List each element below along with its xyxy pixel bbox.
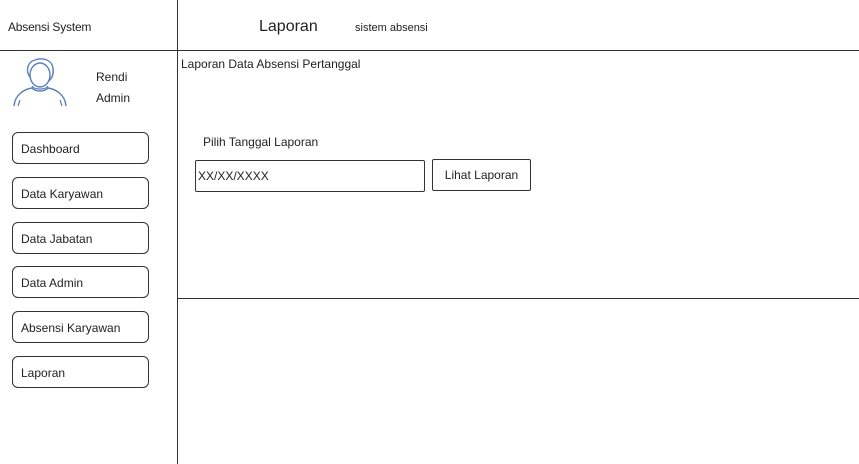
sidebar-item-label: Data Admin <box>21 276 84 290</box>
date-field-label: Pilih Tanggal Laporan <box>203 135 319 149</box>
sidebar-item-data-jabatan[interactable]: Data Jabatan <box>12 222 149 254</box>
sidebar-item-label: Data Karyawan <box>21 187 104 201</box>
sidebar-item-label: Dashboard <box>21 142 80 156</box>
content-divider <box>177 298 859 299</box>
user-avatar-icon <box>12 56 70 107</box>
sidebar-item-data-karyawan[interactable]: Data Karyawan <box>12 177 149 209</box>
view-report-button[interactable]: Lihat Laporan <box>432 159 531 191</box>
sidebar-item-laporan[interactable]: Laporan <box>12 356 149 388</box>
sidebar-item-label: Data Jabatan <box>21 232 93 246</box>
date-field[interactable] <box>195 160 425 192</box>
sidebar-item-data-admin[interactable]: Data Admin <box>12 266 149 298</box>
app-title: Absensi System <box>8 20 92 34</box>
section-title: Laporan Data Absensi Pertanggal <box>181 57 361 71</box>
sidebar-item-absensi-karyawan[interactable]: Absensi Karyawan <box>12 311 149 343</box>
sidebar-divider <box>177 0 178 464</box>
sidebar-item-label: Laporan <box>21 366 66 380</box>
sidebar-item-dashboard[interactable]: Dashboard <box>12 132 149 164</box>
header-divider <box>0 50 859 51</box>
page-title: Laporan <box>259 18 318 35</box>
page-subtitle: sistem absensi <box>355 22 428 34</box>
sidebar-item-label: Absensi Karyawan <box>21 321 121 335</box>
user-role: Admin <box>96 91 131 105</box>
user-name: Rendi <box>96 70 128 84</box>
